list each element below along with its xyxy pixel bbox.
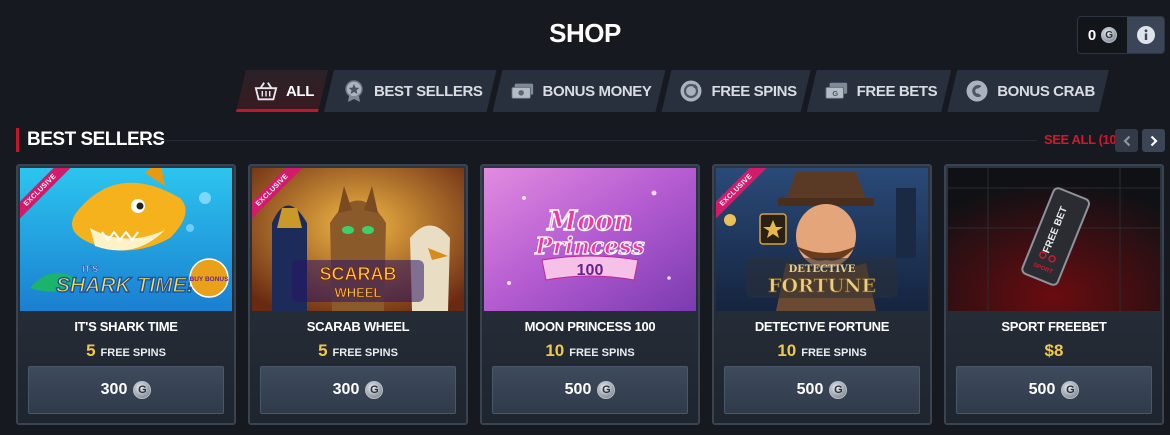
reward-quantity: 5	[318, 341, 328, 360]
basket-icon	[254, 79, 278, 103]
see-all-link[interactable]: SEE ALL (10)	[1044, 132, 1121, 147]
tab-label: BONUS CRAB	[997, 82, 1095, 100]
game-artwork: Moon Princess 100	[484, 168, 696, 311]
product-card-shark-time[interactable]: IT'S SHARK TIME! BUY BONUS EXCLUSIVE IT'…	[16, 164, 236, 425]
tab-label: FREE SPINS	[711, 82, 797, 100]
star-medal-icon	[342, 79, 366, 103]
coin-icon: G	[597, 381, 616, 399]
chevron-left-icon	[1122, 135, 1130, 146]
page-title: SHOP	[549, 18, 621, 48]
price-value: 500	[796, 381, 824, 398]
tab-free-spins[interactable]: FREE SPINS	[661, 70, 810, 112]
price-value: 500	[1028, 381, 1056, 398]
coin-icon: G	[1061, 381, 1080, 399]
product-name: MOON PRINCESS 100	[524, 319, 656, 334]
reward-unit: FREE SPINS	[332, 347, 398, 359]
tab-best-sellers[interactable]: BEST SELLERS	[324, 70, 497, 112]
tab-all[interactable]: ALL	[236, 70, 328, 112]
product-card-sport-freebet[interactable]: FREE BET SPORT SPORT FREEBET $8 500 G	[944, 164, 1164, 425]
tab-label: BONUS MONEY	[542, 82, 652, 100]
coin-icon: G	[829, 381, 848, 399]
product-reward: $8	[946, 341, 1162, 361]
product-card-scarab-wheel[interactable]: SCARAB WHEEL EXCLUSIVE SCARAB WHEEL 5 FR…	[248, 164, 468, 425]
tab-label: BEST SELLERS	[373, 82, 483, 100]
section-divider	[142, 140, 1037, 141]
product-reward: 5 FREE SPINS	[18, 341, 234, 361]
section-accent-bar	[16, 128, 19, 152]
buy-button[interactable]: 500 G	[492, 366, 688, 414]
art-text: WHEEL	[335, 285, 382, 300]
reward-value: $8	[1044, 341, 1064, 360]
reward-unit: FREE SPINS	[100, 347, 166, 359]
tab-free-bets[interactable]: G FREE BETS	[807, 70, 952, 112]
spin-arrows-icon	[679, 79, 703, 103]
buy-button[interactable]: 300 G	[260, 366, 456, 414]
product-name: DETECTIVE FORTUNE	[754, 319, 890, 334]
info-button[interactable]	[1127, 17, 1164, 53]
game-artwork: DETECTIVE FORTUNE EXCLUSIVE	[716, 168, 928, 311]
art-text: SHARK TIME!	[56, 274, 194, 297]
info-icon	[1136, 26, 1155, 44]
coin-icon: G	[133, 381, 152, 399]
product-reward: 5 FREE SPINS	[250, 341, 466, 361]
balance-display: 0 G	[1078, 17, 1127, 53]
art-text: SCARAB	[319, 264, 396, 284]
product-card-moon-princess[interactable]: Moon Princess 100 MOON PRINCESS 100 10 F…	[480, 164, 700, 425]
game-artwork: IT'S SHARK TIME! BUY BONUS EXCLUSIVE	[20, 168, 232, 311]
buy-button[interactable]: 500 G	[724, 366, 920, 414]
balance-widget: 0 G	[1077, 16, 1165, 54]
tab-label: ALL	[286, 82, 314, 100]
tab-bonus-crab[interactable]: BONUS CRAB	[947, 70, 1109, 112]
price-value: 300	[332, 381, 360, 398]
reward-quantity: 10	[545, 341, 565, 360]
product-card-detective-fortune[interactable]: DETECTIVE FORTUNE EXCLUSIVE DETECTIVE FO…	[712, 164, 932, 425]
buy-button[interactable]: 300 G	[28, 366, 224, 414]
carousel-prev-button[interactable]	[1115, 129, 1138, 152]
art-text: BUY BONUS	[190, 276, 230, 283]
chevron-right-icon	[1150, 135, 1158, 146]
product-name: IT'S SHARK TIME	[74, 319, 178, 334]
art-text: DETECTIVE	[789, 264, 856, 275]
price-value: 300	[100, 381, 128, 398]
balance-amount: 0	[1087, 26, 1097, 44]
reward-unit: FREE SPINS	[569, 347, 635, 359]
coin-icon: G	[1101, 27, 1118, 43]
game-artwork: SCARAB WHEEL EXCLUSIVE	[252, 168, 464, 311]
game-artwork: FREE BET SPORT	[948, 168, 1160, 311]
reward-quantity: 10	[777, 341, 797, 360]
tab-bonus-money[interactable]: BONUS MONEY	[493, 70, 666, 112]
product-reward: 10 FREE SPINS	[482, 341, 698, 361]
reward-unit: FREE SPINS	[801, 347, 867, 359]
reward-quantity: 5	[86, 341, 96, 360]
art-text: FORTUNE	[768, 275, 876, 297]
buy-button[interactable]: 500 G	[956, 366, 1152, 414]
product-name: SCARAB WHEEL	[306, 319, 410, 334]
svg-text:G: G	[832, 89, 838, 98]
carousel-next-button[interactable]	[1142, 129, 1165, 152]
tab-label: FREE BETS	[856, 82, 938, 100]
art-text: IT'S	[82, 264, 98, 274]
art-text: 100	[577, 262, 604, 279]
bet-tickets-icon: G	[825, 79, 849, 103]
category-tabs: ALL BEST SELLERS BONUS MONEY FREE SPINS …	[236, 70, 1105, 112]
money-bills-icon	[511, 79, 535, 103]
crab-claw-icon	[965, 79, 989, 103]
price-value: 500	[564, 381, 592, 398]
coin-icon: G	[365, 381, 384, 399]
product-name: SPORT FREEBET	[1001, 319, 1107, 334]
product-reward: 10 FREE SPINS	[714, 341, 930, 361]
